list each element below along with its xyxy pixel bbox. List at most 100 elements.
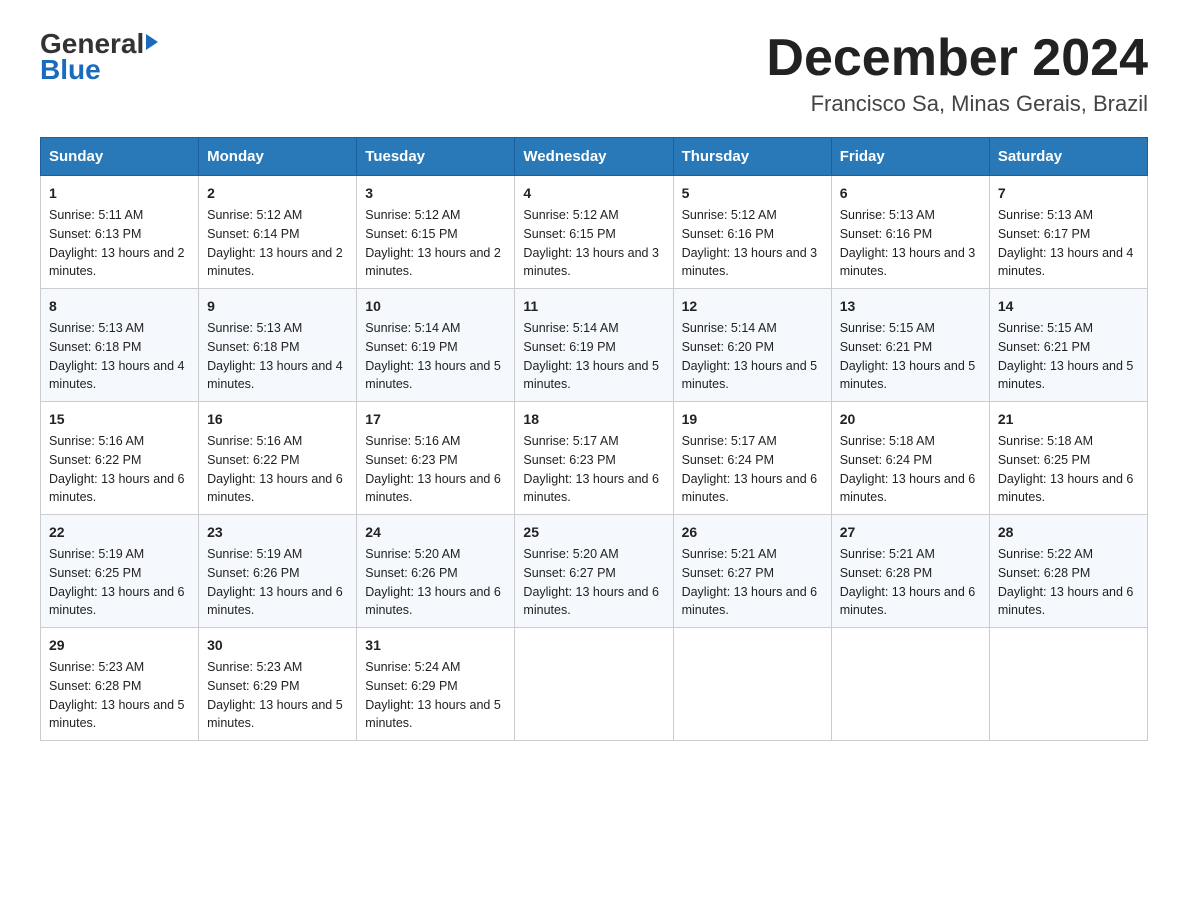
sunrise-text: Sunrise: 5:14 AM [523,321,618,335]
daylight-text: Daylight: 13 hours and 6 minutes. [523,585,659,618]
day-number: 24 [365,522,506,543]
daylight-text: Daylight: 13 hours and 5 minutes. [682,359,818,392]
day-number: 23 [207,522,348,543]
calendar-cell: 12Sunrise: 5:14 AMSunset: 6:20 PMDayligh… [673,289,831,402]
daylight-text: Daylight: 13 hours and 4 minutes. [207,359,343,392]
day-number: 25 [523,522,664,543]
calendar-cell: 17Sunrise: 5:16 AMSunset: 6:23 PMDayligh… [357,402,515,515]
daylight-text: Daylight: 13 hours and 6 minutes. [49,585,185,618]
logo: General Blue [40,30,158,86]
logo-arrow-icon [146,34,158,50]
day-number: 3 [365,183,506,204]
sunrise-text: Sunrise: 5:24 AM [365,660,460,674]
sunset-text: Sunset: 6:16 PM [682,227,774,241]
day-number: 26 [682,522,823,543]
sunset-text: Sunset: 6:24 PM [682,453,774,467]
calendar-cell: 23Sunrise: 5:19 AMSunset: 6:26 PMDayligh… [199,515,357,628]
sunset-text: Sunset: 6:13 PM [49,227,141,241]
logo-blue: Blue [40,54,101,86]
calendar-cell: 28 Sunrise: 5:22 AM Sunset: 6:28 PM Dayligh… [989,515,1147,628]
week-row-5: 29Sunrise: 5:23 AMSunset: 6:28 PMDayligh… [41,628,1148,741]
calendar-cell [989,628,1147,741]
day-number: 17 [365,409,506,430]
sunrise-text: Sunrise: 5:22 AM [998,547,1093,561]
daylight-text: Daylight: 13 hours and 6 minutes. [523,472,659,505]
sunset-text: Sunset: 6:24 PM [840,453,932,467]
calendar-cell: 18Sunrise: 5:17 AMSunset: 6:23 PMDayligh… [515,402,673,515]
sunset-text: Sunset: 6:26 PM [207,566,299,580]
day-number: 1 [49,183,190,204]
daylight-text: Daylight: 13 hours and 6 minutes. [840,472,976,505]
sunrise-text: Sunrise: 5:23 AM [49,660,144,674]
header-day-saturday: Saturday [989,138,1147,176]
calendar-cell: 21Sunrise: 5:18 AMSunset: 6:25 PMDayligh… [989,402,1147,515]
calendar-cell: 2Sunrise: 5:12 AMSunset: 6:14 PMDaylight… [199,176,357,289]
day-number: 6 [840,183,981,204]
sunrise-text: Sunrise: 5:15 AM [998,321,1093,335]
sunset-text: Sunset: 6:28 PM [998,566,1090,580]
sunrise-text: Sunrise: 5:14 AM [682,321,777,335]
day-number: 7 [998,183,1139,204]
calendar-cell: 27Sunrise: 5:21 AMSunset: 6:28 PMDayligh… [831,515,989,628]
calendar-table: SundayMondayTuesdayWednesdayThursdayFrid… [40,137,1148,741]
header-day-friday: Friday [831,138,989,176]
sunrise-text: Sunrise: 5:13 AM [207,321,302,335]
location-title: Francisco Sa, Minas Gerais, Brazil [766,91,1148,117]
sunrise-text: Sunrise: 5:17 AM [523,434,618,448]
calendar-cell: 19Sunrise: 5:17 AMSunset: 6:24 PMDayligh… [673,402,831,515]
sunset-text: Sunset: 6:19 PM [523,340,615,354]
sunrise-text: Sunrise: 5:20 AM [365,547,460,561]
sunrise-text: Sunrise: 5:23 AM [207,660,302,674]
calendar-cell: 6 Sunrise: 5:13 AM Sunset: 6:16 PM Daylight… [831,176,989,289]
sunset-text: Sunset: 6:27 PM [682,566,774,580]
day-number: 2 [207,183,348,204]
calendar-cell: 26 Sunrise: 5:21 AM Sunset: 6:27 PM Dayligh… [673,515,831,628]
calendar-cell: 9Sunrise: 5:13 AMSunset: 6:18 PMDaylight… [199,289,357,402]
day-number: 15 [49,409,190,430]
sunrise-text: Sunrise: 5:18 AM [840,434,935,448]
sunrise-text: Sunrise: 5:15 AM [840,321,935,335]
sunrise-text: Sunrise: 5:21 AM [682,547,777,561]
day-number: 5 [682,183,823,204]
calendar-cell: 14Sunrise: 5:15 AMSunset: 6:21 PMDayligh… [989,289,1147,402]
sunset-text: Sunset: 6:21 PM [998,340,1090,354]
header-row: SundayMondayTuesdayWednesdayThursdayFrid… [41,138,1148,176]
sunrise-text: Sunrise: 5:12 AM [207,208,302,222]
sunset-text: Sunset: 6:29 PM [365,679,457,693]
daylight-text: Daylight: 13 hours and 3 minutes. [840,246,976,279]
sunrise-text: Sunrise: 5:13 AM [840,208,935,222]
day-number: 28 [998,522,1139,543]
daylight-text: Daylight: 13 hours and 2 minutes. [365,246,501,279]
header-day-sunday: Sunday [41,138,199,176]
sunset-text: Sunset: 6:23 PM [365,453,457,467]
daylight-text: Daylight: 13 hours and 3 minutes. [523,246,659,279]
calendar-cell: 24Sunrise: 5:20 AMSunset: 6:26 PMDayligh… [357,515,515,628]
day-number: 31 [365,635,506,656]
sunset-text: Sunset: 6:25 PM [49,566,141,580]
daylight-text: Daylight: 13 hours and 6 minutes. [998,585,1134,618]
sunrise-text: Sunrise: 5:17 AM [682,434,777,448]
day-number: 30 [207,635,348,656]
sunrise-text: Sunrise: 5:14 AM [365,321,460,335]
sunset-text: Sunset: 6:23 PM [523,453,615,467]
day-number: 10 [365,296,506,317]
sunrise-text: Sunrise: 5:16 AM [365,434,460,448]
calendar-cell: 31 Sunrise: 5:24 AM Sunset: 6:29 PM Dayligh… [357,628,515,741]
sunset-text: Sunset: 6:19 PM [365,340,457,354]
day-number: 4 [523,183,664,204]
daylight-text: Daylight: 13 hours and 5 minutes. [365,698,501,731]
sunset-text: Sunset: 6:26 PM [365,566,457,580]
sunrise-text: Sunrise: 5:16 AM [207,434,302,448]
sunrise-text: Sunrise: 5:12 AM [682,208,777,222]
sunset-text: Sunset: 6:16 PM [840,227,932,241]
daylight-text: Daylight: 13 hours and 5 minutes. [207,698,343,731]
day-number: 29 [49,635,190,656]
daylight-text: Daylight: 13 hours and 6 minutes. [682,472,818,505]
daylight-text: Daylight: 13 hours and 4 minutes. [998,246,1134,279]
daylight-text: Daylight: 13 hours and 6 minutes. [682,585,818,618]
sunrise-text: Sunrise: 5:13 AM [998,208,1093,222]
header-day-monday: Monday [199,138,357,176]
calendar-header: SundayMondayTuesdayWednesdayThursdayFrid… [41,138,1148,176]
calendar-cell: 30Sunrise: 5:23 AMSunset: 6:29 PMDayligh… [199,628,357,741]
day-number: 22 [49,522,190,543]
